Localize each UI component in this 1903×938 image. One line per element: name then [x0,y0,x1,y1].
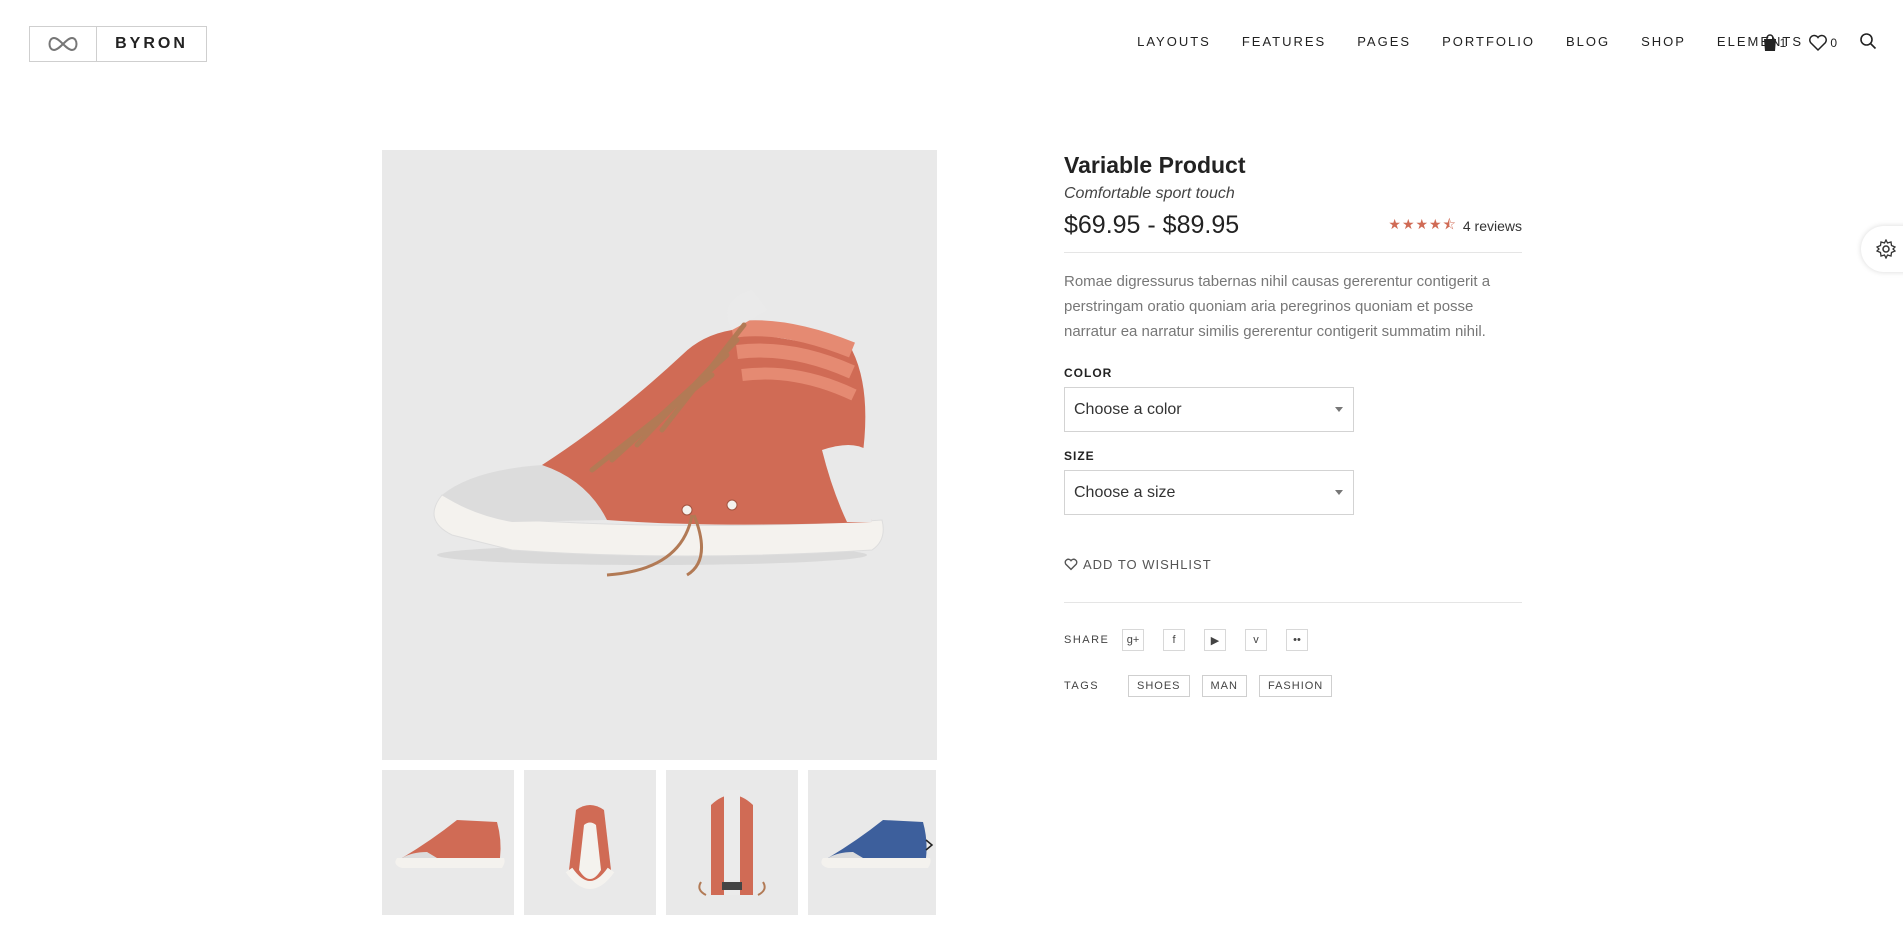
flickr-icon[interactable]: •• [1286,629,1308,651]
settings-panel-toggle[interactable] [1861,226,1903,272]
add-to-wishlist-button[interactable]: ADD TO WISHLIST [1064,557,1522,603]
google-plus-icon[interactable]: g+ [1122,629,1144,651]
add-to-wishlist-label: ADD TO WISHLIST [1083,557,1212,572]
product-description: Romae digressurus tabernas nihil causas … [1064,273,1491,340]
search-button[interactable] [1859,32,1877,53]
size-select[interactable]: Choose a size [1064,470,1354,515]
nav-item-blog[interactable]: BLOG [1566,34,1610,49]
next-arrow-icon[interactable] [925,839,934,851]
color-select-value: Choose a color [1074,400,1182,418]
tag-fashion[interactable]: FASHION [1258,675,1333,697]
thumbnail-side-blue[interactable] [808,770,936,915]
thumbnail-side-orange[interactable] [382,770,514,915]
size-select-value: Choose a size [1074,483,1176,501]
thumbnail-back[interactable] [666,770,798,915]
header-icons: 1 0 [1762,32,1877,53]
cart-count: 1 [1779,35,1787,50]
nav-item-portfolio[interactable]: PORTFOLIO [1442,34,1535,49]
youtube-icon[interactable]: ▶ [1204,629,1226,651]
tag-man[interactable]: MAN [1201,675,1247,697]
cart-icon [1763,33,1776,51]
cart-button[interactable]: 1 [1762,33,1787,52]
thumbnail-front[interactable] [524,770,656,915]
wishlist-count: 0 [1830,35,1837,50]
product-title: Variable Product [1064,152,1246,178]
dropdown-arrow-icon [1335,407,1343,412]
share-row: SHARE g+ f ▶ v •• [1064,629,1522,651]
tags-label: TAGS [1064,680,1100,692]
infinity-icon [30,27,97,61]
product-subtitle: Comfortable sport touch [1064,185,1235,202]
heart-icon [1809,34,1828,51]
nav-item-layouts[interactable]: LAYOUTS [1137,34,1211,49]
nav-item-shop[interactable]: SHOP [1641,34,1686,49]
product-rating[interactable]: ★★★★⯪ 4 reviews [1388,214,1522,238]
product-price: $69.95 - $89.95 [1064,211,1240,239]
dropdown-arrow-icon [1335,490,1343,495]
color-label: COLOR [1064,366,1113,380]
main-nav: LAYOUTS FEATURES PAGES PORTFOLIO BLOG SH… [1137,34,1803,49]
facebook-icon[interactable]: f [1163,629,1185,651]
product-main-image[interactable] [382,150,937,760]
nav-item-pages[interactable]: PAGES [1357,34,1411,49]
size-label: SIZE [1064,449,1095,463]
nav-item-features[interactable]: FEATURES [1242,34,1326,49]
wishlist-button[interactable]: 0 [1808,34,1837,52]
brand-name: BYRON [115,35,188,52]
vimeo-icon[interactable]: v [1245,629,1267,651]
color-select[interactable]: Choose a color [1064,387,1354,432]
rating-stars-icon: ★★★★⯪ [1388,215,1457,232]
gear-icon [1876,239,1896,259]
sneaker-image [433,290,884,577]
tags-row: TAGS SHOES MAN FASHION [1064,675,1522,697]
search-icon [1860,33,1877,50]
heart-icon [1064,558,1078,571]
product-details: Variable Product Comfortable sport touch… [1064,152,1522,697]
price-row: $69.95 - $89.95 ★★★★⯪ 4 reviews [1064,211,1522,253]
site-logo[interactable]: BYRON [29,26,207,62]
reviews-link[interactable]: 4 reviews [1463,218,1522,234]
share-label: SHARE [1064,634,1110,646]
product-thumbnails [382,770,937,915]
tag-shoes[interactable]: SHOES [1128,675,1190,697]
